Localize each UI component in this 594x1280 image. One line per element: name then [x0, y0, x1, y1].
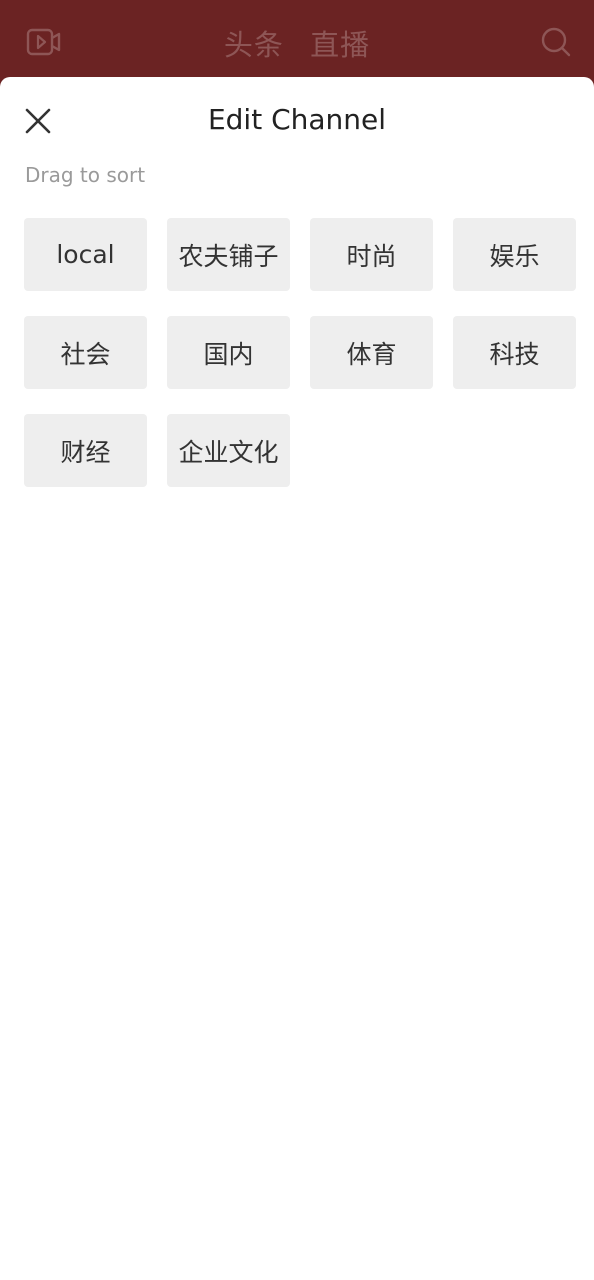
channel-chip[interactable]: 时尚	[310, 218, 433, 291]
channel-chip[interactable]: 财经	[24, 414, 147, 487]
edit-channel-sheet: Edit Channel Drag to sort local 农夫铺子 时尚 …	[0, 77, 594, 1280]
tab-headlines[interactable]: 头条	[224, 28, 284, 62]
tab-live[interactable]: 直播	[310, 28, 370, 62]
channel-chip[interactable]: 国内	[167, 316, 290, 389]
channel-chip[interactable]: 社会	[24, 316, 147, 389]
channel-chip[interactable]: 科技	[453, 316, 576, 389]
channel-chip[interactable]: 娱乐	[453, 218, 576, 291]
top-bar: 头条 直播	[0, 0, 594, 80]
search-icon[interactable]	[540, 26, 572, 58]
header-tabs: 头条 直播	[0, 22, 594, 64]
channel-chip[interactable]: local	[24, 218, 147, 291]
channel-grid: local 农夫铺子 时尚 娱乐 社会 国内 体育 科技 财经 企业文化	[24, 218, 580, 487]
channel-chip[interactable]: 企业文化	[167, 414, 290, 487]
drag-hint: Drag to sort	[25, 163, 146, 187]
channel-chip[interactable]: 体育	[310, 316, 433, 389]
sheet-title: Edit Channel	[207, 103, 387, 136]
channel-chip[interactable]: 农夫铺子	[167, 218, 290, 291]
